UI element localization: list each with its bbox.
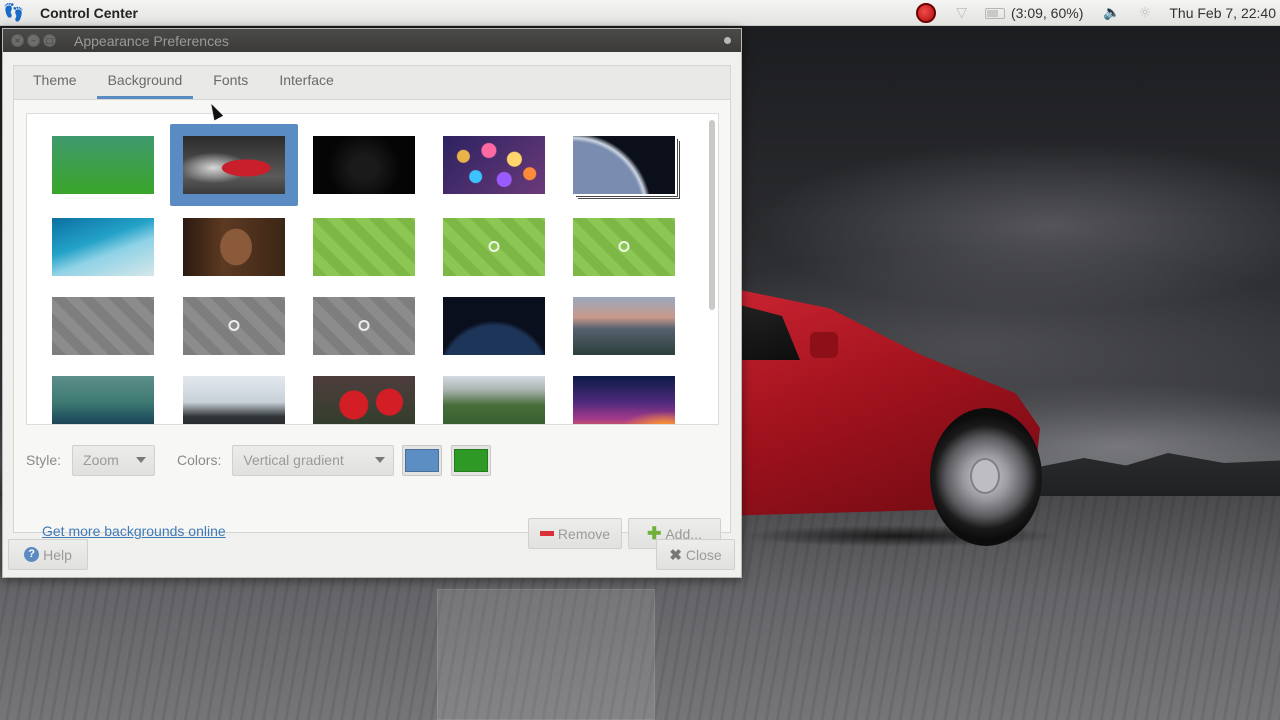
wallpaper-thumb-gray-mate-plain[interactable] <box>39 285 167 367</box>
wallpaper-thumb-green-gradient[interactable] <box>39 124 167 206</box>
primary-color-swatch <box>405 448 440 472</box>
wallpaper-image <box>183 297 285 355</box>
window-close-icon[interactable]: × <box>11 34 24 47</box>
tab-fonts[interactable]: Fonts <box>202 72 259 99</box>
tab-background[interactable]: Background <box>96 72 194 99</box>
wallpaper-image <box>52 136 154 194</box>
secondary-color-swatch <box>454 448 489 472</box>
wallpaper-thumb-football-players[interactable] <box>300 364 428 424</box>
mate-logo-icon <box>618 240 630 252</box>
colors-value: Vertical gradient <box>243 452 344 468</box>
car-wheel-hub <box>970 458 1000 494</box>
wallpaper-image <box>443 297 545 355</box>
wallpaper-image <box>183 218 285 276</box>
wallpaper-thumb-gray-mate-logo[interactable] <box>300 285 428 367</box>
mate-logo-icon <box>228 319 240 331</box>
window-maximize-icon[interactable]: □ <box>43 34 56 47</box>
panel-clock[interactable]: Thu Feb 7, 22:40 <box>1169 5 1276 21</box>
tab-interface[interactable]: Interface <box>268 72 344 99</box>
wallpaper-thumb-teal-rain-bokeh[interactable] <box>39 364 167 424</box>
colors-dropdown[interactable]: Vertical gradient <box>232 444 395 476</box>
colors-label: Colors: <box>177 452 222 468</box>
primary-color-button[interactable] <box>402 444 443 476</box>
brightness-icon[interactable]: ☼ <box>1139 5 1152 21</box>
wallpaper-thumb-purple-sunset[interactable] <box>560 364 688 424</box>
wallpaper-image <box>313 297 415 355</box>
wallpaper-image <box>52 376 154 424</box>
wallpaper-image <box>313 136 415 194</box>
wallpaper-image <box>183 376 285 424</box>
wallpaper-thumbnails[interactable] <box>26 113 719 425</box>
wallpaper-image <box>183 136 285 194</box>
window-controls: × – □ <box>11 34 56 47</box>
close-label: Close <box>685 546 722 563</box>
wallpaper-thumb-black-dark[interactable] <box>300 124 428 206</box>
wifi-icon[interactable]: ▽ <box>956 5 967 21</box>
style-value: Zoom <box>83 452 119 468</box>
gnome-foot-icon[interactable]: 👣 <box>3 3 24 23</box>
volume-icon[interactable]: 🔈 <box>1103 5 1120 21</box>
window-titlebar[interactable]: × – □ Appearance Preferences <box>3 29 741 52</box>
wallpaper-thumb-woman-portrait[interactable] <box>170 206 298 288</box>
panel-tray: ▽ (3:09, 60%) 🔈 ☼ Thu Feb 7, 22:40 <box>916 0 1280 26</box>
help-button[interactable]: ? Help <box>8 539 88 570</box>
wallpaper-image <box>573 136 675 194</box>
wallpaper-image <box>573 376 675 424</box>
mate-logo-icon <box>488 240 500 252</box>
wallpaper-image <box>573 218 675 276</box>
window-menu-dot[interactable] <box>724 37 731 44</box>
preferences-notebook: Theme Background Fonts Interface Style: … <box>13 65 731 549</box>
wallpaper-image <box>443 376 545 424</box>
wallpaper-red-car <box>740 290 1060 550</box>
wallpaper-image <box>573 297 675 355</box>
chevron-down-icon <box>136 457 147 463</box>
close-icon: ✖ <box>669 546 682 564</box>
appearance-preferences-window: × – □ Appearance Preferences Theme Backg… <box>2 28 742 578</box>
thumbnails-scrollbar[interactable] <box>709 120 715 310</box>
wallpaper-thumb-green-mate-logo[interactable] <box>560 206 688 288</box>
remove-label: Remove <box>557 525 611 542</box>
wallpaper-thumb-green-mate-plain[interactable] <box>300 206 428 288</box>
ghost-window-preview <box>437 589 655 720</box>
mate-logo-icon <box>358 319 370 331</box>
wallpaper-thumb-gray-mate-logo-text[interactable] <box>170 285 298 367</box>
window-minimize-icon[interactable]: – <box>27 34 40 47</box>
record-icon[interactable] <box>916 3 937 23</box>
style-label: Style: <box>26 452 62 468</box>
remove-icon <box>539 531 554 536</box>
help-label: Help <box>43 546 72 563</box>
wallpaper-thumb-earth-night-lights[interactable] <box>430 285 558 367</box>
chevron-down-icon <box>375 457 386 463</box>
battery-status[interactable]: (3:09, 60%) <box>1011 5 1083 21</box>
wallpaper-image <box>52 218 154 276</box>
style-dropdown[interactable]: Zoom <box>72 444 156 476</box>
wallpaper-thumb-earth-from-space[interactable] <box>560 124 688 206</box>
wallpaper-thumb-green-mate-logo-text[interactable] <box>430 206 558 288</box>
wallpaper-thumb-yosemite-valley[interactable] <box>560 285 688 367</box>
wallpaper-thumb-bokeh-lights[interactable] <box>430 124 558 206</box>
more-backgrounds-link[interactable]: Get more backgrounds online <box>42 523 226 539</box>
close-button[interactable]: ✖ Close <box>656 539 735 570</box>
remove-button[interactable]: Remove <box>528 518 622 549</box>
panel-app-name[interactable]: Control Center <box>40 5 138 21</box>
wallpaper-thumb-red-car-smoke[interactable] <box>170 124 298 206</box>
tab-theme[interactable]: Theme <box>22 72 88 99</box>
wallpaper-image <box>313 218 415 276</box>
window-title: Appearance Preferences <box>74 32 229 49</box>
wallpaper-thumb-ocean-shore[interactable] <box>39 206 167 288</box>
wallpaper-image <box>443 218 545 276</box>
tab-bar: Theme Background Fonts Interface <box>14 66 730 100</box>
wallpaper-thumb-misty-mountain[interactable] <box>170 364 298 424</box>
secondary-color-button[interactable] <box>451 444 492 476</box>
top-panel: 👣 Control Center ▽ (3:09, 60%) 🔈 ☼ Thu F… <box>0 0 1280 26</box>
wallpaper-image <box>52 297 154 355</box>
wallpaper-image <box>443 136 545 194</box>
help-icon: ? <box>24 547 40 562</box>
car-mirror <box>810 332 838 358</box>
wallpaper-image <box>313 376 415 424</box>
wallpaper-thumb-green-cliffs[interactable] <box>430 364 558 424</box>
background-options: Style: Zoom Colors: Vertical gradient <box>26 443 716 477</box>
background-actions: Get more backgrounds online Remove ✚ Add… <box>26 518 732 549</box>
battery-icon[interactable] <box>984 7 1005 19</box>
